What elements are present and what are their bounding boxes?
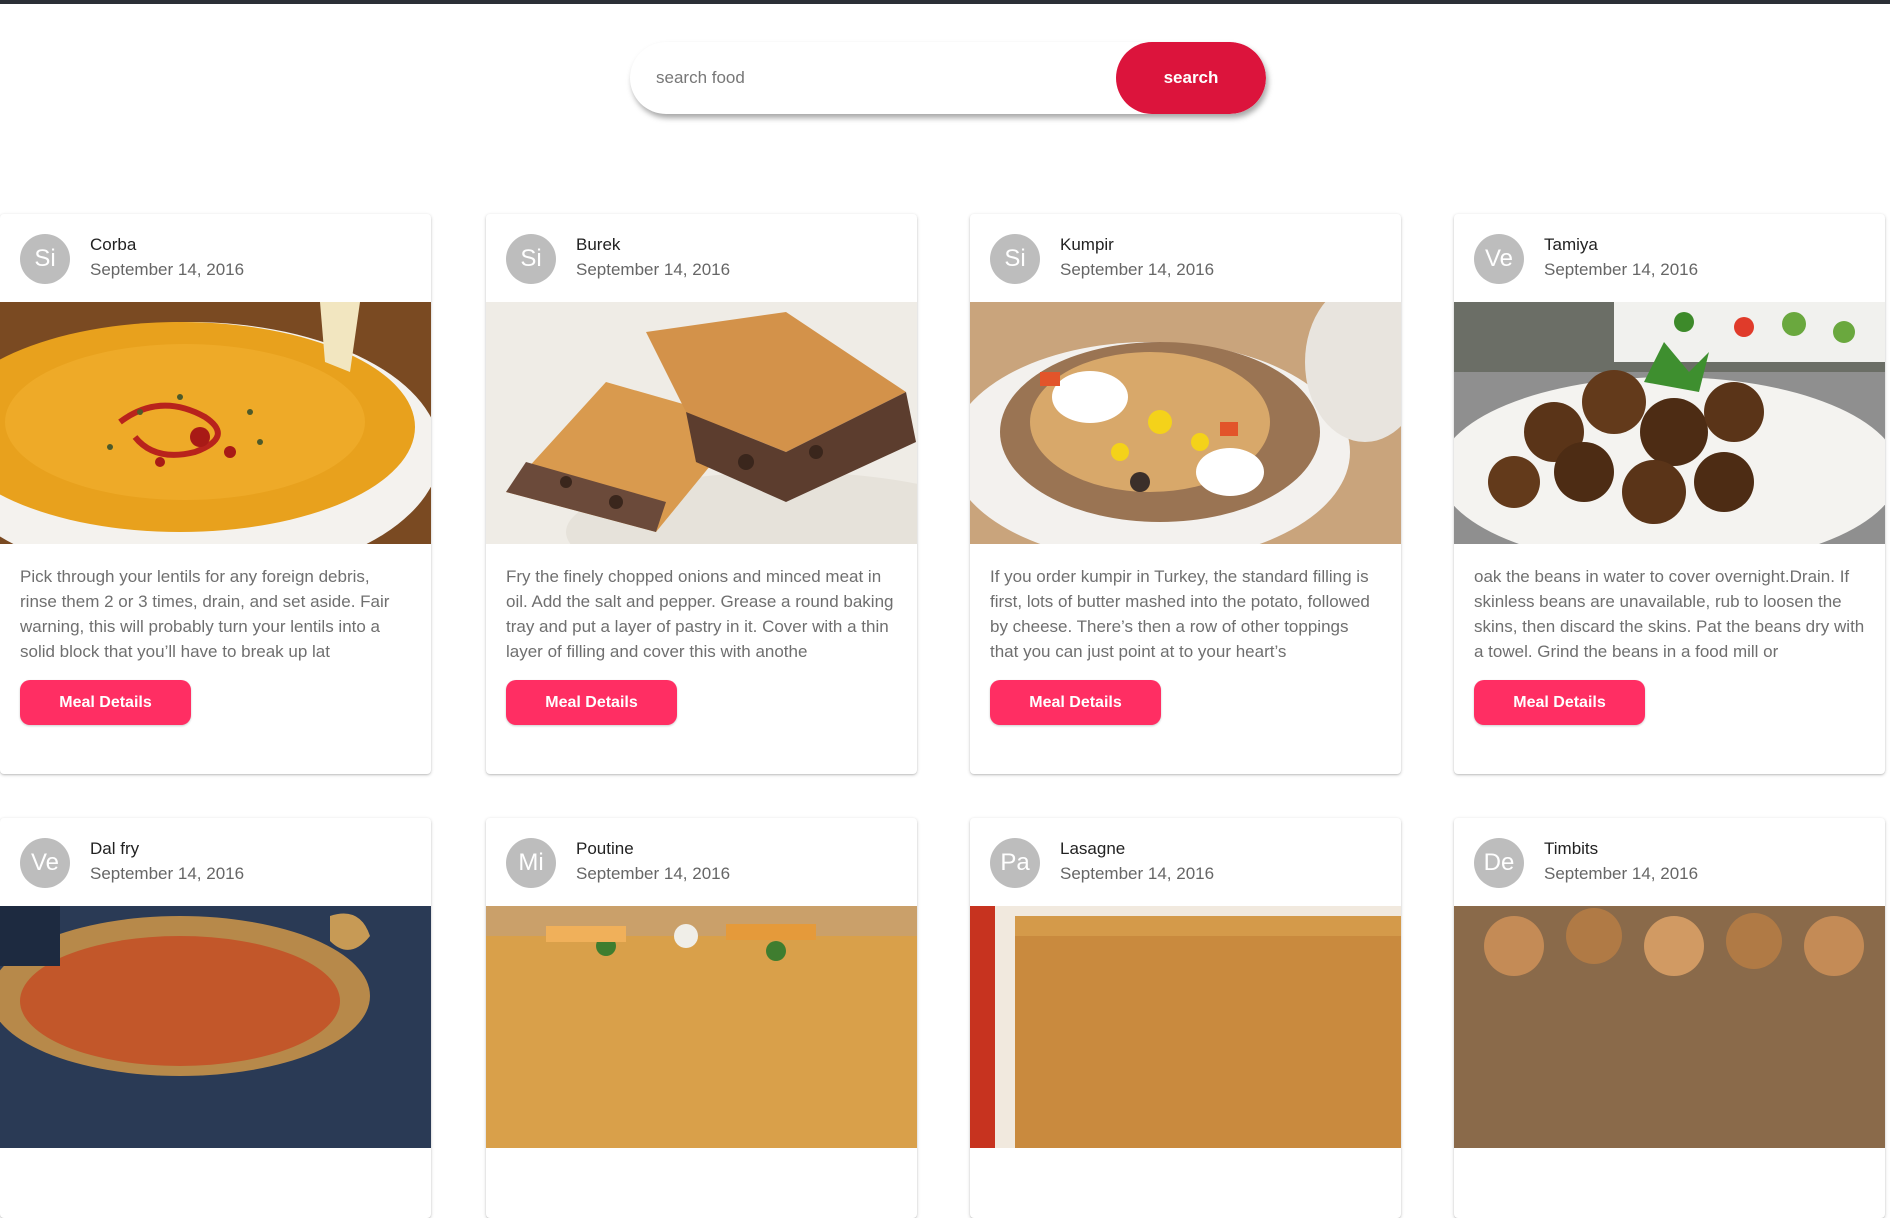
meal-name: Kumpir	[1060, 235, 1114, 254]
meal-card-dal-fry: Ve Dal fry September 14, 2016	[0, 818, 431, 1218]
meal-name: Tamiya	[1544, 235, 1598, 254]
card-header: Si Corba September 14, 2016	[0, 214, 431, 302]
card-header: De Timbits September 14, 2016	[1454, 818, 1885, 906]
meal-name: Lasagne	[1060, 839, 1126, 858]
meal-date: September 14, 2016	[1544, 864, 1699, 883]
avatar: Pa	[990, 838, 1040, 888]
search-input[interactable]	[630, 42, 1130, 114]
meal-date: September 14, 2016	[1544, 260, 1699, 279]
meal-name: Corba	[90, 235, 137, 254]
avatar: Ve	[1474, 234, 1524, 284]
meal-name: Timbits	[1544, 839, 1599, 858]
meal-card-kumpir: Si Kumpir September 14, 2016 If you orde…	[970, 214, 1401, 774]
meal-description: If you order kumpir in Turkey, the stand…	[990, 567, 1370, 661]
meal-date: September 14, 2016	[1060, 864, 1215, 883]
meal-date: September 14, 2016	[90, 864, 245, 883]
card-header: Pa Lasagne September 14, 2016	[970, 818, 1401, 906]
meal-image-tamiya	[1454, 302, 1885, 544]
card-body: Fry the finely chopped onions and minced…	[486, 544, 917, 725]
meal-image-corba	[0, 302, 431, 544]
meal-card-corba: Si Corba September 14, 2016 Pick through…	[0, 214, 431, 774]
meal-card-tamiya: Ve Tamiya September 14, 2016 oak the bea…	[1454, 214, 1885, 774]
avatar: Si	[506, 234, 556, 284]
avatar: Si	[20, 234, 70, 284]
card-body: If you order kumpir in Turkey, the stand…	[970, 544, 1401, 725]
card-header: Si Burek September 14, 2016	[486, 214, 917, 302]
meal-name: Burek	[576, 235, 621, 254]
meal-name: Poutine	[576, 839, 634, 858]
search-bar: search	[630, 42, 1266, 114]
meal-name: Dal fry	[90, 839, 140, 858]
card-body: oak the beans in water to cover overnigh…	[1454, 544, 1885, 725]
meal-description: Pick through your lentils for any foreig…	[20, 567, 390, 661]
meal-details-button[interactable]: Meal Details	[990, 680, 1161, 725]
meal-image-poutine	[486, 906, 917, 1148]
meal-details-button[interactable]: Meal Details	[20, 680, 191, 725]
card-header: Ve Tamiya September 14, 2016	[1454, 214, 1885, 302]
meal-card-burek: Si Burek September 14, 2016 Fry the fine…	[486, 214, 917, 774]
card-header: Si Kumpir September 14, 2016	[970, 214, 1401, 302]
meal-date: September 14, 2016	[576, 864, 731, 883]
avatar: Si	[990, 234, 1040, 284]
meal-card-lasagne: Pa Lasagne September 14, 2016	[970, 818, 1401, 1218]
avatar: Ve	[20, 838, 70, 888]
meal-image-kumpir	[970, 302, 1401, 544]
meal-card-timbits: De Timbits September 14, 2016	[1454, 818, 1885, 1218]
card-header: Mi Poutine September 14, 2016	[486, 818, 917, 906]
card-header: Ve Dal fry September 14, 2016	[0, 818, 431, 906]
meal-date: September 14, 2016	[90, 260, 245, 279]
avatar: Mi	[506, 838, 556, 888]
meal-image-dal-fry	[0, 906, 431, 1148]
meal-image-burek	[486, 302, 917, 544]
meal-card-poutine: Mi Poutine September 14, 2016	[486, 818, 917, 1218]
card-body: Pick through your lentils for any foreig…	[0, 544, 431, 725]
meal-details-button[interactable]: Meal Details	[1474, 680, 1645, 725]
meal-date: September 14, 2016	[1060, 260, 1215, 279]
avatar: De	[1474, 838, 1524, 888]
meal-description: Fry the finely chopped onions and minced…	[506, 567, 894, 661]
meal-description: oak the beans in water to cover overnigh…	[1474, 567, 1865, 661]
top-border	[0, 0, 1890, 4]
search-button[interactable]: search	[1116, 42, 1266, 114]
meal-details-button[interactable]: Meal Details	[506, 680, 677, 725]
page: search Si Corba September 14, 2016	[0, 0, 1890, 1218]
meal-image-lasagne	[970, 906, 1401, 1148]
meal-date: September 14, 2016	[576, 260, 731, 279]
meal-image-timbits	[1454, 906, 1885, 1148]
